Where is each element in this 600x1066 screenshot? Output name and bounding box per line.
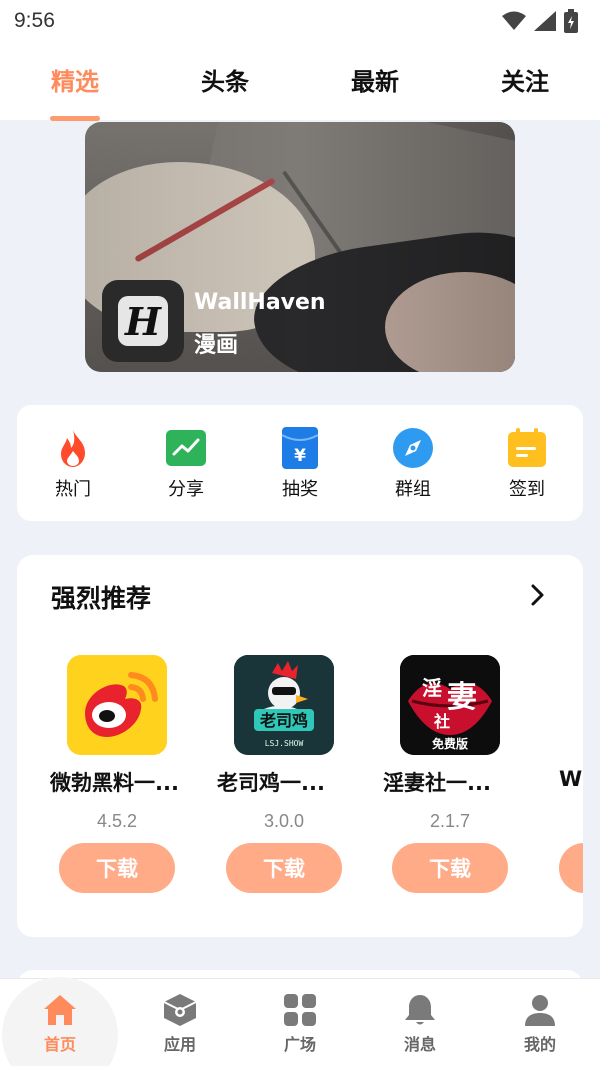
status-bar: 9:56 xyxy=(0,0,600,42)
app-name: 淫妻社一... xyxy=(383,771,491,795)
quick-action-checkin[interactable]: 签到 xyxy=(487,427,567,501)
svg-text:社: 社 xyxy=(433,712,450,731)
status-icons xyxy=(502,9,578,33)
bell-icon xyxy=(405,995,435,1025)
nav-square[interactable]: 广场 xyxy=(240,979,360,1066)
quick-action-label: 抽奖 xyxy=(282,479,318,500)
app-name: 老司鸡一... xyxy=(217,771,325,795)
app-version: 3.0.0 xyxy=(263,811,305,831)
home-icon xyxy=(44,995,76,1025)
banner-category: 漫画 xyxy=(194,333,239,358)
calendar-icon xyxy=(508,428,546,467)
app-name: W xyxy=(559,767,583,791)
nav-apps[interactable]: 应用 xyxy=(120,979,240,1066)
nav-label: 广场 xyxy=(283,1035,316,1054)
top-tab-bar: 精选 头条 最新 关注 xyxy=(0,42,600,121)
nav-messages[interactable]: 消息 xyxy=(360,979,480,1066)
download-button[interactable]: 下载 xyxy=(226,843,342,893)
compass-icon xyxy=(393,428,433,468)
signal-icon xyxy=(534,11,556,31)
user-icon xyxy=(525,995,555,1026)
featured-banner[interactable]: H WallHaven 漫画 xyxy=(85,122,515,372)
wifi-icon xyxy=(502,11,526,30)
yen-envelope-icon: ¥ xyxy=(281,427,319,469)
active-tab-indicator xyxy=(50,116,100,121)
quick-action-label: 群组 xyxy=(395,479,431,500)
svg-text:妻: 妻 xyxy=(447,680,477,715)
nav-label: 我的 xyxy=(523,1035,556,1054)
app-version: 2.1.7 xyxy=(429,811,471,831)
tab-featured[interactable]: 精选 xyxy=(25,62,125,97)
tab-headlines[interactable]: 头条 xyxy=(175,62,275,97)
svg-text:¥: ¥ xyxy=(294,446,306,466)
app-icon-caption: 免费版 xyxy=(432,736,468,751)
nav-home[interactable]: 首页 xyxy=(0,977,120,1066)
bottom-nav: 首页 应用 广场 消息 我的 xyxy=(0,977,600,1066)
quick-action-label: 签到 xyxy=(509,479,545,500)
app-version: 4.5.2 xyxy=(96,811,138,831)
banner-app-name: WallHaven xyxy=(194,290,326,315)
weibo-logo-icon xyxy=(67,655,167,755)
nav-label: 应用 xyxy=(163,1035,196,1054)
nav-label: 消息 xyxy=(403,1035,436,1054)
quick-action-label: 热门 xyxy=(55,479,91,500)
download-button[interactable] xyxy=(559,843,583,893)
quick-actions-card: 热门 分享 ¥ 抽奖 群组 签到 xyxy=(17,405,583,521)
trend-chart-icon xyxy=(166,430,206,466)
nav-profile[interactable]: 我的 xyxy=(480,979,600,1066)
download-button[interactable]: 下载 xyxy=(59,843,175,893)
download-button[interactable]: 下载 xyxy=(392,843,508,893)
banner-app-logo: H xyxy=(102,280,184,362)
chevron-right-icon[interactable] xyxy=(525,581,549,609)
banner-logo-letter: H xyxy=(118,296,168,346)
svg-text:老司鸡: 老司鸡 xyxy=(259,711,308,730)
tab-following[interactable]: 关注 xyxy=(475,62,575,97)
quick-action-share[interactable]: 分享 xyxy=(146,427,226,501)
status-time: 9:56 xyxy=(14,9,55,32)
quick-action-lottery[interactable]: ¥ 抽奖 xyxy=(260,427,340,501)
recommended-card: 强烈推荐 微勃黑料一... 4.5.2 下载 老司鸡 LSJ.SHOW 老司鸡一… xyxy=(17,555,583,937)
flame-icon xyxy=(61,430,85,467)
svg-text:淫: 淫 xyxy=(422,676,442,700)
quick-action-label: 分享 xyxy=(168,479,204,500)
lips-logo-icon: 淫 妻 社 免费版 xyxy=(400,655,500,755)
rooster-logo-icon: 老司鸡 LSJ.SHOW xyxy=(234,655,334,755)
app-icon-caption: LSJ.SHOW xyxy=(265,739,304,748)
section-title: 强烈推荐 xyxy=(51,584,152,613)
quick-action-groups[interactable]: 群组 xyxy=(373,427,453,501)
nav-label: 首页 xyxy=(43,1035,76,1054)
tab-latest[interactable]: 最新 xyxy=(325,62,425,97)
grid-icon xyxy=(284,994,316,1026)
app-name: 微勃黑料一... xyxy=(50,771,179,795)
battery-icon xyxy=(564,9,578,33)
quick-action-hot[interactable]: 热门 xyxy=(33,427,113,501)
cube-icon xyxy=(163,994,197,1026)
